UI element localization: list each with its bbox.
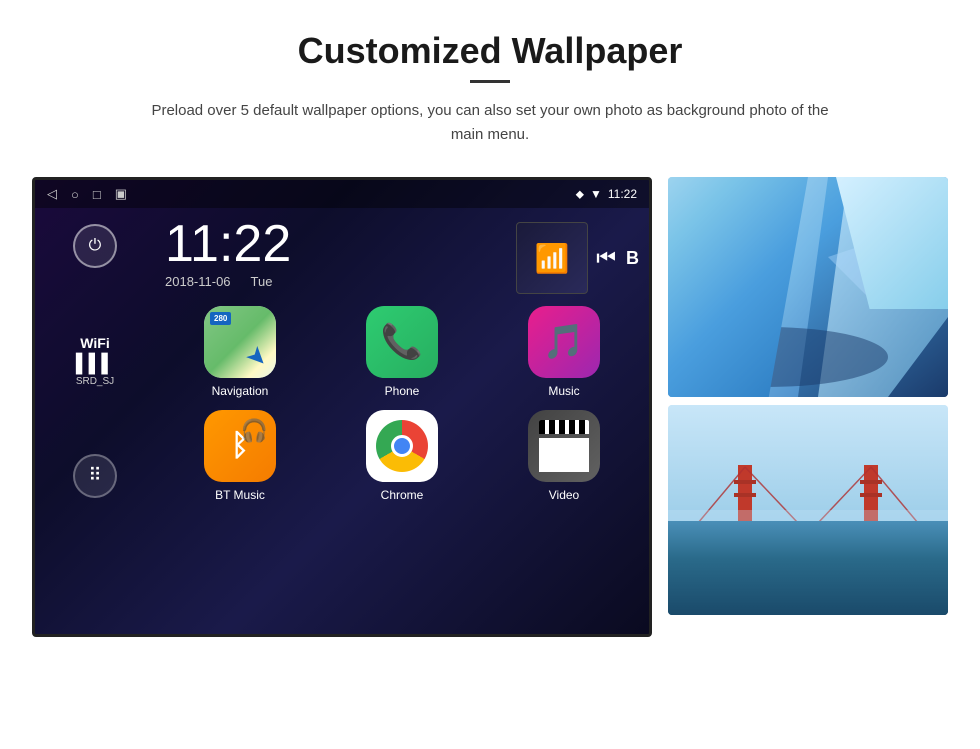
app-music[interactable]: 🎵 Music xyxy=(489,306,639,398)
app-grid: 280 ➤ Navigation 📞 Phone xyxy=(155,294,649,514)
bridge-scene-image: CarSetting xyxy=(668,405,948,615)
clock-area: 11:22 2018-11-06 Tue 📶 ⏮ B xyxy=(155,208,649,294)
app-btmusic[interactable]: ᛒ 🎧 BT Music xyxy=(165,410,315,502)
left-sidebar: ⏻ WiFi ▌▌▌ SRD_SJ ⠿ xyxy=(35,208,155,514)
chrome-icon xyxy=(366,410,438,482)
headphone-icon: 🎧 xyxy=(241,418,268,444)
wallpaper-bridge[interactable]: CarSetting xyxy=(668,405,948,615)
media-controls: 📶 ⏮ B xyxy=(516,222,639,294)
music-label: Music xyxy=(548,384,579,398)
navigation-label: Navigation xyxy=(212,384,269,398)
svg-text:CarSetting: CarSetting xyxy=(860,588,917,602)
app-phone[interactable]: 📞 Phone xyxy=(327,306,477,398)
location-icon: ⬥ xyxy=(576,187,584,202)
page-subtitle: Preload over 5 default wallpaper options… xyxy=(140,99,840,147)
android-center: 11:22 2018-11-06 Tue 📶 ⏮ B xyxy=(155,208,649,514)
main-content: ◁ ○ □ ▣ ⬥ ▼ 11:22 ⏻ WiFi ▌▌▌ SRD_SJ xyxy=(40,177,940,637)
title-divider xyxy=(470,80,510,83)
clapper-body xyxy=(539,438,589,472)
wifi-label: WiFi xyxy=(76,335,114,352)
app-navigation[interactable]: 280 ➤ Navigation xyxy=(165,306,315,398)
phone-label: Phone xyxy=(385,384,420,398)
btmusic-icon: ᛒ 🎧 xyxy=(204,410,276,482)
media-title: B xyxy=(626,248,639,269)
recents-icon[interactable]: □ xyxy=(93,187,101,202)
status-bar: ◁ ○ □ ▣ ⬥ ▼ 11:22 xyxy=(35,180,649,208)
page-title: Customized Wallpaper xyxy=(298,30,683,72)
signal-icon: 📶 xyxy=(535,242,570,275)
power-button[interactable]: ⏻ xyxy=(73,224,117,268)
media-app-icon: 📶 xyxy=(516,222,588,294)
btmusic-label: BT Music xyxy=(215,488,265,502)
clock-date: 2018-11-06 Tue xyxy=(165,274,291,289)
clock-time: 11:22 xyxy=(165,218,291,270)
chrome-outer-ring xyxy=(376,420,428,472)
navigation-icon: 280 ➤ xyxy=(204,306,276,378)
video-icon-wrapper xyxy=(528,410,600,482)
all-apps-button[interactable]: ⠿ xyxy=(73,454,117,498)
wallpaper-ice-cave[interactable] xyxy=(668,177,948,397)
ice-cave-image xyxy=(668,177,948,397)
nav-icons: ◁ ○ □ ▣ xyxy=(47,186,127,202)
app-chrome[interactable]: Chrome xyxy=(327,410,477,502)
wifi-widget: WiFi ▌▌▌ SRD_SJ xyxy=(76,335,114,388)
video-icon xyxy=(528,410,600,482)
video-label: Video xyxy=(549,488,579,502)
date-display: 2018-11-06 xyxy=(165,274,231,289)
wifi-icon: ▼ xyxy=(590,187,602,201)
home-icon[interactable]: ○ xyxy=(71,187,79,202)
day-display: Tue xyxy=(251,274,273,289)
wifi-bars-icon: ▌▌▌ xyxy=(76,353,114,374)
wallpaper-thumbnails: CarSetting xyxy=(668,177,948,615)
android-screen: ◁ ○ □ ▣ ⬥ ▼ 11:22 ⏻ WiFi ▌▌▌ SRD_SJ xyxy=(32,177,652,637)
music-icon: 🎵 xyxy=(528,306,600,378)
chrome-inner-circle xyxy=(391,435,413,457)
bridge-svg: CarSetting xyxy=(668,405,948,615)
wifi-ssid: SRD_SJ xyxy=(76,376,114,387)
chrome-label: Chrome xyxy=(381,488,424,502)
clock-status: 11:22 xyxy=(608,187,637,201)
phone-icon: 📞 xyxy=(366,306,438,378)
android-body: ⏻ WiFi ▌▌▌ SRD_SJ ⠿ 11:22 2018-11-06 xyxy=(35,208,649,514)
prev-track-icon[interactable]: ⏮ xyxy=(596,245,616,271)
media-buttons: ⏮ B xyxy=(596,245,639,271)
clapper-top xyxy=(539,420,589,434)
ice-cave-svg xyxy=(668,177,948,397)
nav-badge: 280 xyxy=(210,312,231,325)
screenshot-icon[interactable]: ▣ xyxy=(115,186,127,202)
back-icon[interactable]: ◁ xyxy=(47,186,57,202)
music-symbol: 🎵 xyxy=(543,322,585,362)
app-video[interactable]: Video xyxy=(489,410,639,502)
status-right: ⬥ ▼ 11:22 xyxy=(576,187,637,202)
clock-info: 11:22 2018-11-06 Tue xyxy=(165,218,291,289)
phone-symbol: 📞 xyxy=(381,322,423,362)
